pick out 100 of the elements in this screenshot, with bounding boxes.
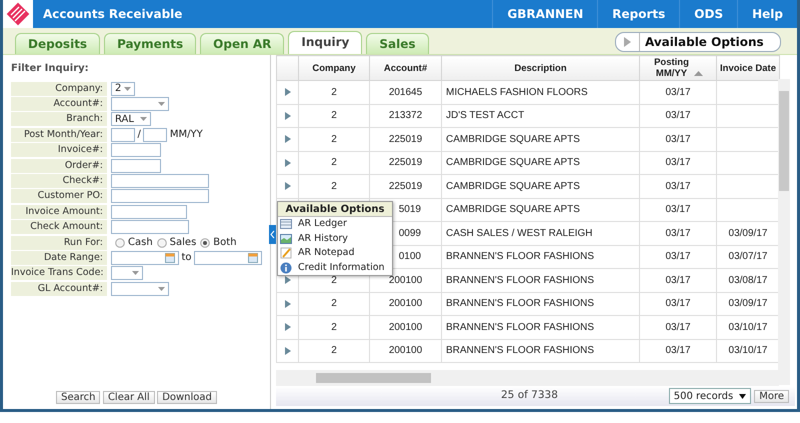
table-cell: 200100 [370,339,442,362]
table-cell: 2 [298,151,370,174]
year-field[interactable] [143,128,168,142]
action-button[interactable]: Download [157,391,217,404]
tab[interactable]: Payments [104,33,196,54]
menu-item[interactable]: AR Ledger [298,217,347,232]
to-label: to [180,251,193,266]
record-count: 25 of 7338 [501,388,558,404]
table-cell: 03/17 [640,104,716,128]
expand-row-icon[interactable] [284,276,290,284]
table-cell: 201645 [370,80,442,104]
table-cell: 03/17 [640,128,716,151]
input-field[interactable] [111,158,161,173]
play-icon [624,37,631,47]
radio-button[interactable] [156,238,167,248]
expand-row-icon[interactable] [284,88,290,96]
calendar-icon [248,252,258,263]
action-button[interactable]: Clear All [102,391,155,404]
tab[interactable]: Deposits [15,33,100,54]
select-field[interactable]: RAL [111,112,151,126]
logo-icon [5,1,31,27]
expand-row-icon[interactable] [284,300,290,308]
menu-item[interactable]: AR History [298,232,348,246]
expand-row-icon[interactable] [284,158,290,167]
column-header[interactable]: Invoice Date [716,56,780,80]
field-label: Account#: [11,97,107,112]
app-title: Accounts Receivable [43,6,182,23]
field-label: Invoice#: [11,143,107,158]
input-field[interactable] [111,143,161,158]
table-cell: 03/17 [640,339,716,362]
column-header[interactable]: Description [442,56,640,80]
table-cell: 03/17 [640,268,716,292]
caret-icon [739,394,746,398]
collapse-handle[interactable] [269,225,276,244]
date-field[interactable] [194,250,262,265]
table-cell: BRANNEN'S FLOOR FASHIONS [442,292,640,316]
input-field[interactable] [111,220,189,234]
menu-item[interactable]: AR Notepad [298,246,354,260]
select-field[interactable] [111,282,169,296]
caret-icon [124,86,131,91]
expand-row-icon[interactable] [284,346,290,355]
field-label: Check#: [11,174,107,188]
radio-label: Both [213,236,237,250]
table-cell: 03/17 [640,80,716,104]
table-cell: 03/17 [640,245,716,268]
table-cell: BRANNEN'S FLOOR FASHIONS [442,316,640,339]
table-cell: 03/17 [640,316,716,339]
table-cell: 2 [298,174,370,198]
table-cell: 2 [298,104,370,128]
expand-row-icon[interactable] [284,323,290,332]
select-field[interactable] [111,97,169,112]
table-cell: BRANNEN'S FLOOR FASHIONS [442,339,640,362]
table-cell: CAMBRIDGE SQUARE APTS [442,174,640,198]
field-label: Branch: [11,112,107,126]
input-field[interactable] [111,174,209,188]
field-label: Customer PO: [11,189,107,204]
input-field[interactable] [111,189,209,204]
select-field[interactable]: 2 [111,82,135,96]
table-cell: CAMBRIDGE SQUARE APTS [442,198,640,222]
table-cell: 2 [298,292,370,316]
field-label: Check Amount: [11,220,107,234]
vertical-scrollbar[interactable] [778,79,790,385]
action-button[interactable]: Search [56,391,100,404]
calendar-icon [165,252,175,263]
field-label: Order#: [11,158,107,173]
field-label: Invoice Trans Code: [11,266,107,280]
caret-icon [158,102,165,106]
tab[interactable]: Open AR [200,33,284,54]
tab[interactable]: Sales [366,33,428,54]
chart-icon [280,232,292,245]
expand-row-icon[interactable] [284,112,290,120]
pencil-icon [280,247,292,260]
table-cell: 213372 [370,104,442,128]
horizontal-scrollbar[interactable] [276,370,779,386]
expand-row-icon[interactable] [284,182,290,190]
select-field[interactable] [111,266,143,280]
options-button[interactable]: Available Options [615,32,781,52]
table-cell: 03/17 [640,151,716,174]
table-cell: 2 [298,128,370,151]
radio-label: Cash [128,236,153,250]
radio-button[interactable] [200,238,210,248]
slash-separator: / [136,128,142,142]
caret-icon [140,117,147,122]
column-header[interactable]: Company [298,56,370,80]
table-cell: CASH SALES / WEST RALEIGH [442,222,640,245]
table-cell: 225019 [370,128,442,151]
more-button[interactable]: More [754,390,789,402]
date-field[interactable] [111,250,179,265]
caret-icon [132,271,139,276]
column-header[interactable]: Posting MM/YY [640,56,716,80]
table-cell: BRANNEN'S FLOOR FASHIONS [442,245,640,268]
tab[interactable]: Inquiry [288,31,362,54]
input-field[interactable] [111,204,187,219]
sort-icon[interactable] [694,70,702,76]
page-size-select[interactable]: 500 records [668,388,752,404]
column-header[interactable]: Account# [370,56,442,80]
month-field[interactable] [111,128,135,142]
radio-button[interactable] [115,238,125,248]
expand-row-icon[interactable] [284,135,290,144]
table-cell: 225019 [370,151,442,174]
